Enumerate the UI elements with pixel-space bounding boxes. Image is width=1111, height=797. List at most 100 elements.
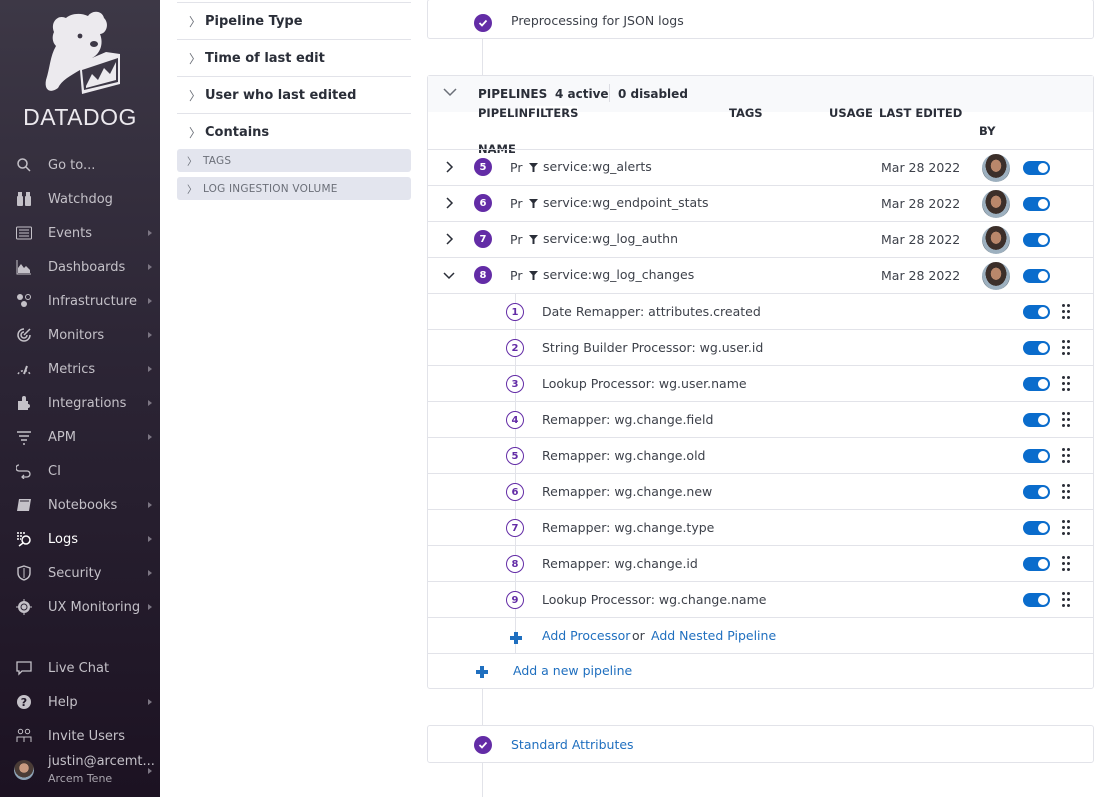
pipeline-enable-toggle[interactable] [1023, 233, 1050, 247]
processor-name[interactable]: Remapper: wg.change.new [542, 484, 712, 499]
notebook-icon [16, 497, 32, 513]
processor-name[interactable]: Remapper: wg.change.field [542, 412, 713, 427]
events-icon [16, 225, 32, 241]
pipeline-row[interactable]: 5 Pr service:wg_alerts Mar 28 2022 [428, 149, 1093, 185]
drag-handle-icon[interactable] [1062, 448, 1072, 464]
processor-row[interactable]: 7 Remapper: wg.change.type [428, 509, 1093, 545]
facet-time-of-last-edit[interactable]: 〉 Time of last edit [177, 39, 411, 76]
col-usage[interactable]: USAGE [829, 106, 873, 120]
sidebar-item-help[interactable]: ? Help [0, 687, 160, 717]
drag-handle-icon[interactable] [1062, 484, 1072, 500]
facet-user-who-last-edited[interactable]: 〉 User who last edited [177, 76, 411, 113]
processor-row[interactable]: 8 Remapper: wg.change.id [428, 545, 1093, 581]
puzzle-icon [16, 395, 32, 411]
chevron-right-icon[interactable] [441, 231, 457, 247]
group-log-ingestion-volume[interactable]: 〉 LOG INGESTION VOLUME [177, 177, 411, 200]
pipeline-name[interactable]: Pr [510, 232, 522, 247]
facet-label: Time of last edit [205, 50, 325, 66]
pipeline-name[interactable]: Pr [510, 196, 522, 211]
sidebar-item-integrations[interactable]: Integrations [0, 388, 160, 418]
drag-handle-icon[interactable] [1062, 304, 1072, 320]
pipeline-enable-toggle[interactable] [1023, 161, 1050, 175]
processor-name[interactable]: Remapper: wg.change.id [542, 556, 698, 571]
drag-handle-icon[interactable] [1062, 412, 1072, 428]
facet-label: User who last edited [205, 87, 357, 103]
sidebar-item-events[interactable]: Events [0, 218, 160, 248]
processor-enable-toggle[interactable] [1023, 485, 1050, 499]
processor-enable-toggle[interactable] [1023, 557, 1050, 571]
pipeline-enable-toggle[interactable] [1023, 269, 1050, 283]
filter-icon [529, 235, 538, 244]
pipeline-name[interactable]: Pr [510, 160, 522, 175]
drag-handle-icon[interactable] [1062, 376, 1072, 392]
pipeline-row[interactable]: 6 Pr service:wg_endpoint_stats Mar 28 2022 [428, 185, 1093, 221]
datadog-dog-icon [45, 11, 121, 95]
chevron-down-icon[interactable] [441, 267, 457, 283]
processor-name[interactable]: Lookup Processor: wg.change.name [542, 592, 766, 607]
processor-enable-toggle[interactable] [1023, 593, 1050, 607]
sidebar-item-ci[interactable]: CI [0, 456, 160, 486]
chevron-down-icon[interactable] [442, 84, 458, 100]
pipeline-number: 7 [474, 230, 492, 248]
pipeline-row[interactable]: 8 Pr service:wg_log_changes Mar 28 2022 [428, 257, 1093, 293]
add-nested-pipeline-link[interactable]: Add Nested Pipeline [651, 628, 776, 643]
col-last-edited[interactable]: LAST EDITED [879, 106, 962, 120]
sidebar-item-apm[interactable]: APM [0, 422, 160, 452]
col-tags[interactable]: TAGS [729, 106, 763, 120]
sidebar-item-dashboards[interactable]: Dashboards [0, 252, 160, 282]
group-tags[interactable]: 〉 TAGS [177, 149, 411, 172]
sidebar-item-notebooks[interactable]: Notebooks [0, 490, 160, 520]
processor-row[interactable]: 2 String Builder Processor: wg.user.id [428, 329, 1093, 365]
sidebar-item-security[interactable]: Security [0, 558, 160, 588]
pipeline-enable-toggle[interactable] [1023, 197, 1050, 211]
processor-name[interactable]: Remapper: wg.change.type [542, 520, 714, 535]
add-processor-link[interactable]: Add Processor [542, 628, 630, 643]
sidebar-item-go-to[interactable]: Go to... [0, 150, 160, 180]
processor-enable-toggle[interactable] [1023, 377, 1050, 391]
processor-row[interactable]: 5 Remapper: wg.change.old [428, 437, 1093, 473]
processor-row[interactable]: 4 Remapper: wg.change.field [428, 401, 1093, 437]
sidebar-item-monitors[interactable]: Monitors [0, 320, 160, 350]
pipeline-row[interactable]: 7 Pr service:wg_log_authn Mar 28 2022 [428, 221, 1093, 257]
processor-name[interactable]: Remapper: wg.change.old [542, 448, 705, 463]
processor-name[interactable]: Date Remapper: attributes.created [542, 304, 761, 319]
datadog-logo[interactable]: DATADOG [0, 0, 160, 140]
chevron-right-icon [148, 699, 152, 705]
facet-contains[interactable]: 〉 Contains [177, 113, 411, 150]
facet-label: Pipeline Type [205, 13, 303, 29]
pipelines-label: PIPELINES [478, 87, 548, 101]
sidebar-item-logs[interactable]: Logs [0, 524, 160, 554]
col-filters[interactable]: FILTERS [527, 106, 579, 120]
filter-icon [529, 163, 538, 172]
sidebar-item-ux-monitoring[interactable]: UX Monitoring [0, 592, 160, 622]
add-pipeline-link[interactable]: Add a new pipeline [513, 663, 632, 678]
drag-handle-icon[interactable] [1062, 520, 1072, 536]
chevron-right-icon[interactable] [441, 195, 457, 211]
preprocessing-title[interactable]: Preprocessing for JSON logs [511, 13, 684, 28]
processor-enable-toggle[interactable] [1023, 341, 1050, 355]
user-menu[interactable]: justin@arcemt... Arcem Tene [0, 752, 160, 790]
processor-row[interactable]: 1 Date Remapper: attributes.created [428, 293, 1093, 329]
monitors-icon [16, 327, 32, 343]
processor-enable-toggle[interactable] [1023, 305, 1050, 319]
processor-enable-toggle[interactable] [1023, 413, 1050, 427]
sidebar-item-watchdog[interactable]: Watchdog [0, 184, 160, 214]
processor-enable-toggle[interactable] [1023, 449, 1050, 463]
chevron-right-icon[interactable] [441, 159, 457, 175]
processor-name[interactable]: Lookup Processor: wg.user.name [542, 376, 747, 391]
drag-handle-icon[interactable] [1062, 340, 1072, 356]
pipeline-name[interactable]: Pr [510, 268, 522, 283]
sidebar-item-invite-users[interactable]: Invite Users [0, 721, 160, 751]
facet-pipeline-type[interactable]: 〉 Pipeline Type [177, 2, 411, 39]
sidebar-item-metrics[interactable]: Metrics [0, 354, 160, 384]
processor-row[interactable]: 3 Lookup Processor: wg.user.name [428, 365, 1093, 401]
drag-handle-icon[interactable] [1062, 592, 1072, 608]
drag-handle-icon[interactable] [1062, 556, 1072, 572]
processor-row[interactable]: 9 Lookup Processor: wg.change.name [428, 581, 1093, 617]
processor-name[interactable]: String Builder Processor: wg.user.id [542, 340, 763, 355]
processor-row[interactable]: 6 Remapper: wg.change.new [428, 473, 1093, 509]
sidebar-item-infrastructure[interactable]: Infrastructure [0, 286, 160, 316]
processor-enable-toggle[interactable] [1023, 521, 1050, 535]
standard-attributes-link[interactable]: Standard Attributes [511, 737, 634, 752]
sidebar-item-live-chat[interactable]: Live Chat [0, 653, 160, 683]
